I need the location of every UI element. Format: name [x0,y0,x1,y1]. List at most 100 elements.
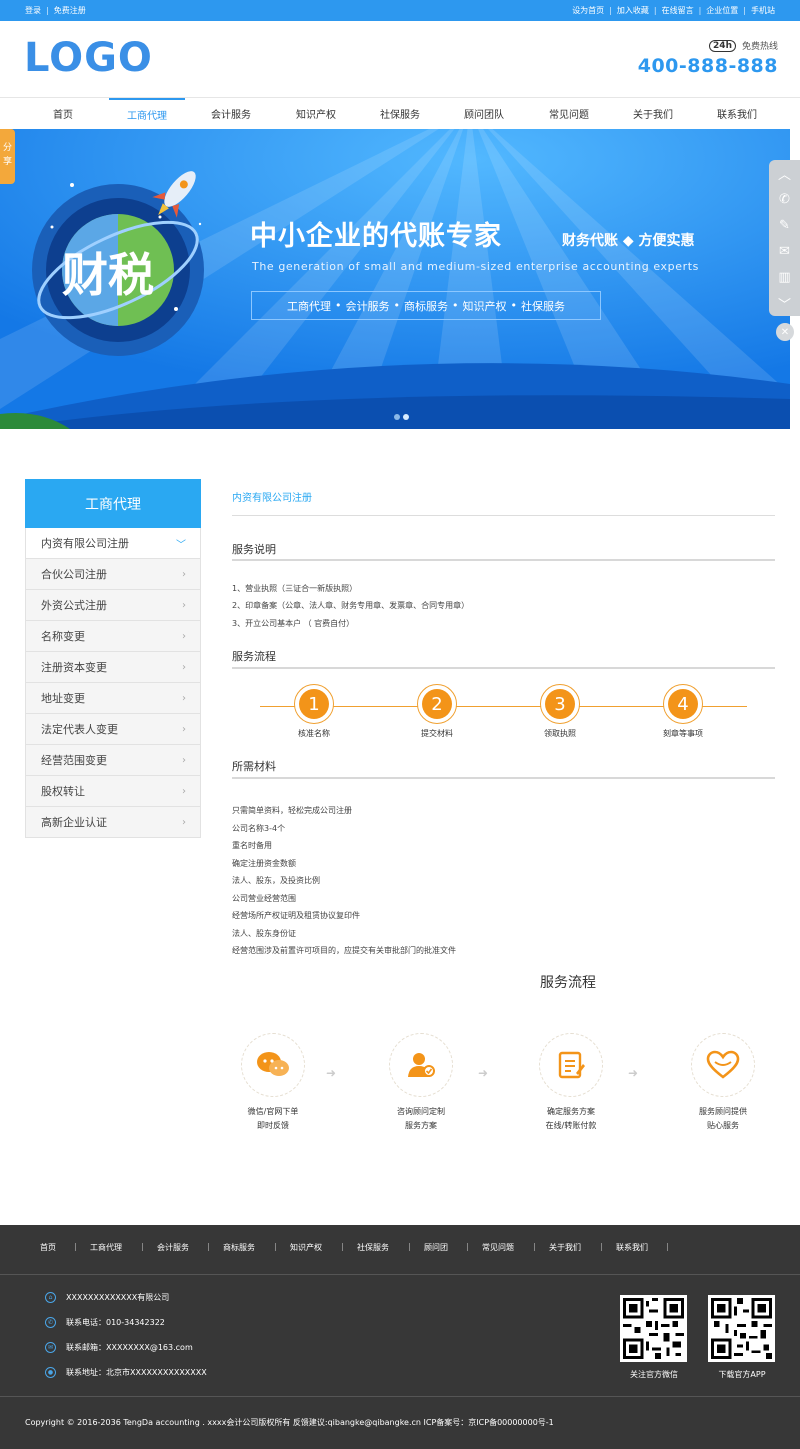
close-icon[interactable]: ✕ [776,323,794,341]
separator: | [207,1242,210,1251]
footer-link-ip[interactable]: 知识产权 [290,1242,322,1253]
login-link[interactable]: 登录 [25,5,41,16]
menu-item-label: 名称变更 [41,630,85,643]
flow-step: 服务顾问提供 贴心服务 [678,1033,768,1133]
mobile-site-link[interactable]: 手机站 [751,5,775,16]
footer-link-about[interactable]: 关于我们 [549,1242,581,1253]
message-link[interactable]: 在线留言 [662,5,694,16]
footer-nav: 首页 | 工商代理 | 会计服务 | 商标服务 | 知识产权 | 社保服务 | … [0,1225,800,1275]
material-item: 只需简单资料，轻松完成公司注册 [232,806,352,815]
nav-item-about[interactable]: 关于我们 [615,98,691,129]
edit-icon[interactable]: ✎ [769,212,800,238]
material-item: 法人、股东身份证 [232,929,296,938]
separator: | [141,1242,144,1251]
footer-link-accounting[interactable]: 会计服务 [157,1242,189,1253]
footer-email: ✉ 联系邮箱：XXXXXXXX@163.com [45,1342,193,1353]
document-icon [539,1033,603,1097]
flow-step-label: 微信/官网下单 [247,1107,299,1116]
service-desc-line: 1、营业执照（三证合一新版执照） [232,584,358,593]
location-link[interactable]: 企业位置 [706,5,738,16]
material-item: 确定注册资金数额 [232,859,296,868]
logo[interactable]: LOGO [24,35,153,81]
menu-item-partnership-registration[interactable]: 合伙公司注册 › [25,559,201,590]
footer-link-business-agency[interactable]: 工商代理 [90,1242,122,1253]
chevron-down-icon[interactable]: ﹀ [769,290,800,316]
flow-step-label: 确定服务方案 [547,1107,595,1116]
nav-item-faq[interactable]: 常见问题 [531,98,607,129]
hero-banner[interactable]: 财税 中小企业的代账专家 财务代账 ◆ 方便实惠 The generation … [0,129,790,429]
add-favorite-link[interactable]: 加入收藏 [617,5,649,16]
share-tab[interactable]: 分享 [0,129,15,184]
flow-step: 确定服务方案 在线/转账付款 [526,1033,616,1133]
footer-link-faq[interactable]: 常见问题 [482,1242,514,1253]
register-link[interactable]: 免费注册 [54,5,86,16]
footer-link-home[interactable]: 首页 [40,1242,56,1253]
nav-item-home[interactable]: 首页 [25,98,101,129]
mail-icon: ✉ [45,1342,56,1353]
footer-company: ⌂ XXXXXXXXXXXXX有限公司 [45,1292,169,1303]
wechat-qr-code [620,1295,687,1362]
chevron-down-icon: ﹀ [176,539,186,551]
nav-item-contact[interactable]: 联系我们 [699,98,775,129]
nav-item-accounting[interactable]: 会计服务 [193,98,269,129]
header: LOGO 24h 免费热线 400-888-888 [0,21,800,97]
footer-phone: ✆ 联系电话：010-34342322 [45,1317,165,1328]
footer-link-trademark[interactable]: 商标服务 [223,1242,255,1253]
menu-item-address-change[interactable]: 地址变更 › [25,683,201,714]
nav-item-social-security[interactable]: 社保服务 [362,98,438,129]
category-menu-title: 工商代理 [25,479,201,528]
menu-item-label: 合伙公司注册 [41,568,107,581]
step-label: 核准名称 [298,729,330,738]
menu-item-name-change[interactable]: 名称变更 › [25,621,201,652]
chevron-right-icon: › [182,599,186,611]
banner-tag: 会计服务 [345,299,390,313]
nav-item-advisors[interactable]: 顾问团队 [446,98,522,129]
menu-item-domestic-registration[interactable]: 内资有限公司注册 ﹀ [25,528,201,559]
hotline-number: 400-888-888 [637,55,778,77]
phone-icon[interactable]: ✆ [769,186,800,212]
banner-english-tagline: The generation of small and medium-sized… [252,260,699,273]
page-title: 内资有限公司注册 [232,493,312,504]
hotline-label-row: 24h 免费热线 [638,39,778,52]
menu-item-foreign-registration[interactable]: 外资公式注册 › [25,590,201,621]
divider [232,777,775,779]
banner-tag: 社保服务 [521,299,565,313]
flow-step: 微信/官网下单 即时反馈 [228,1033,318,1133]
divider [232,559,775,561]
menu-item-legal-rep-change[interactable]: 法定代表人变更 › [25,714,201,745]
nav-item-ip[interactable]: 知识产权 [278,98,354,129]
separator: | [698,6,702,15]
separator: | [533,1242,536,1251]
chevron-up-icon[interactable]: ︿ [769,160,800,186]
process-steps: 1 核准名称 2 提交材料 3 领取执照 4 刻章等事项 [232,684,775,744]
arrow-right-icon: ➜ [478,1066,489,1080]
menu-item-scope-change[interactable]: 经营范围变更 › [25,745,201,776]
top-bar: 登录 | 免费注册 设为首页 | 加入收藏 | 在线留言 | 企业位置 | 手机… [0,0,800,21]
section-title-materials: 所需材料 [232,760,276,773]
step-label: 刻章等事项 [663,729,703,738]
app-qr-label: 下载官方APP [718,1370,766,1379]
mail-icon[interactable]: ✉ [769,238,800,264]
carousel-dot[interactable] [394,414,400,420]
phone-icon: ✆ [45,1317,56,1328]
menu-item-high-tech-cert[interactable]: 高新企业认证 › [25,807,201,838]
heart-icon [691,1033,755,1097]
process-step: 2 提交材料 [397,684,477,739]
material-item: 法人、股东，及投资比例 [232,876,320,885]
footer-link-social-security[interactable]: 社保服务 [357,1242,389,1253]
hotline: 24h 免费热线 400-888-888 [638,39,778,77]
footer-link-advisors[interactable]: 顾问团 [424,1242,448,1253]
divider [232,667,775,669]
qr-code-icon [623,1298,684,1359]
menu-item-capital-change[interactable]: 注册资本变更 › [25,652,201,683]
footer-link-contact[interactable]: 联系我们 [616,1242,648,1253]
menu-item-label: 注册资本变更 [41,661,107,674]
tax-badge-text: 财税 [62,248,154,302]
carousel-dot-active[interactable] [403,414,409,420]
menu-item-equity-transfer[interactable]: 股权转让 › [25,776,201,807]
tag-separator: • [510,299,518,312]
map-icon[interactable]: ▥ [769,264,800,290]
set-homepage-link[interactable]: 设为首页 [572,5,604,16]
nav-item-business-agency[interactable]: 工商代理 [109,98,185,129]
floating-toolbar: ︿ ✆ ✎ ✉ ▥ ﹀ [769,160,800,316]
